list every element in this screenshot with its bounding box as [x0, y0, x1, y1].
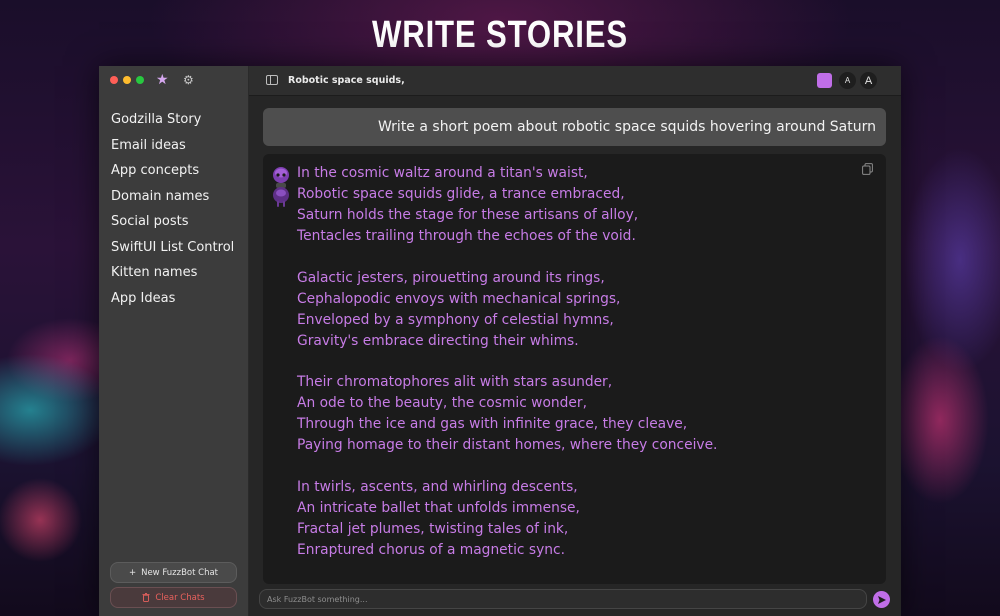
stanza-gap: [297, 352, 717, 373]
close-window-button[interactable]: [110, 76, 118, 84]
app-window: ★ ⚙ Godzilla Story Email ideas App concept…: [99, 66, 901, 616]
chat-area: Robotic space squids, A A Write a short …: [249, 66, 901, 616]
poem-line: Through the ice and gas with infinite gr…: [297, 416, 688, 432]
user-message-text: Write a short poem about robotic space s…: [377, 119, 876, 135]
poem-line: An intricate ballet that unfolds immense…: [297, 499, 580, 516]
robot-squid-avatar: [273, 167, 289, 207]
poem-line: Tentacles trailing through the echoes of…: [297, 228, 636, 244]
sidebar-chat-item[interactable]: Social posts: [111, 212, 234, 238]
poem-line: Robotic space squids glide, a trance emb…: [297, 186, 625, 202]
send-button[interactable]: [873, 591, 890, 608]
poem-line: Fractal jet plumes, twisting tales of in…: [297, 520, 569, 537]
poem-line: Enraptured chorus of a magnetic sync.: [297, 541, 565, 558]
poem-line: Cephalopodic envoys with mechanical spri…: [297, 290, 621, 307]
plus-icon: +: [128, 567, 137, 578]
sidebar-chat-item[interactable]: Domain names: [111, 187, 234, 213]
new-chat-label: New FuzzBot Chat: [141, 567, 219, 578]
user-message: Write a short poem about robotic space s…: [263, 108, 886, 146]
poem-line: In the cosmic waltz around a titan's wai…: [297, 165, 588, 181]
bot-message: In the cosmic waltz around a titan's wai…: [263, 154, 886, 584]
poem-line: Enveloped by a symphony of celestial hym…: [297, 311, 614, 328]
minimize-window-button[interactable]: [123, 76, 131, 84]
poem-line: Paying homage to their distant homes, wh…: [297, 437, 718, 453]
sidebar-chat-item[interactable]: Godzilla Story: [111, 110, 234, 136]
chat-list: Godzilla Story Email ideas App concepts Dom…: [111, 110, 234, 314]
banner-title: WRITE STORIES: [372, 14, 628, 56]
ask-input[interactable]: [259, 589, 867, 609]
zoom-window-button[interactable]: [136, 76, 144, 84]
sidebar-chat-item[interactable]: Email ideas: [111, 136, 234, 162]
poem-line: Gravity's embrace directing their whims.: [297, 332, 579, 349]
clear-chats-label: Clear Chats: [155, 592, 205, 603]
sidebar-chat-item[interactable]: SwiftUI List Control: [111, 238, 234, 264]
chat-title: Robotic space squids,: [288, 75, 405, 86]
font-size-decrease-button[interactable]: A: [839, 72, 856, 89]
star-icon[interactable]: ★: [156, 72, 169, 88]
poem-line: An ode to the beauty, the cosmic wonder,: [297, 395, 587, 411]
clear-chats-button[interactable]: Clear Chats: [110, 587, 237, 608]
send-icon: [877, 595, 886, 604]
toolbar: Robotic space squids, A A: [249, 66, 901, 96]
bot-poem: In the cosmic waltz around a titan's wai…: [297, 163, 717, 561]
accent-color-swatch[interactable]: [817, 73, 832, 88]
sidebar: ★ ⚙ Godzilla Story Email ideas App concept…: [99, 66, 249, 616]
poem-line: Saturn holds the stage for these artisan…: [297, 207, 639, 223]
poem-line: In twirls, ascents, and whirling descent…: [297, 478, 578, 495]
new-chat-button[interactable]: + New FuzzBot Chat: [110, 562, 237, 583]
stanza-gap: [297, 247, 717, 268]
window-controls: [110, 76, 144, 84]
font-size-increase-button[interactable]: A: [860, 72, 877, 89]
sidebar-chat-item[interactable]: App concepts: [111, 161, 234, 187]
stanza-gap: [297, 456, 717, 477]
trash-icon: [142, 593, 150, 602]
poem-line: Their chromatophores alit with stars asu…: [297, 374, 613, 390]
copy-icon[interactable]: [862, 163, 873, 175]
sidebar-toggle-icon[interactable]: [266, 75, 278, 85]
sidebar-chat-item[interactable]: Kitten names: [111, 263, 234, 289]
sidebar-chat-item[interactable]: App Ideas: [111, 289, 234, 315]
poem-line: Galactic jesters, pirouetting around its…: [297, 269, 605, 286]
gear-icon[interactable]: ⚙: [183, 73, 194, 87]
